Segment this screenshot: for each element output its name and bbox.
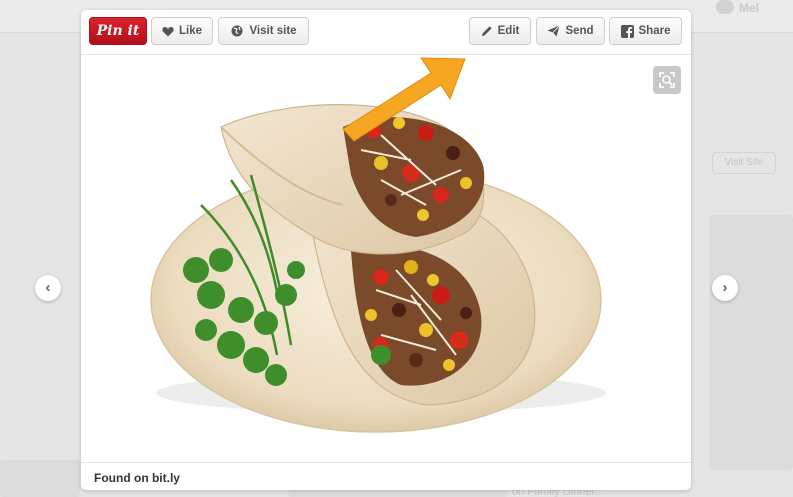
like-button[interactable]: Like [151,17,213,45]
facebook-icon [620,24,634,38]
pin-it-label: Pin it [96,23,140,39]
send-label: Send [565,25,594,37]
globe-icon [231,25,243,37]
pin-footer: Found on bit.ly [81,462,691,490]
zoom-button[interactable] [653,66,681,94]
like-label: Like [178,25,202,37]
burrito-wraps-photo-icon [150,57,606,433]
background-pin-card [709,215,793,470]
background-pin-card [0,460,80,497]
visit-site-label: Visit site [249,25,297,37]
edit-label: Edit [497,25,520,37]
pin-toolbar: Pin it Like Visit site Edit Send Share [81,10,691,55]
share-label: Share [638,25,671,37]
background-pin-card [288,490,508,497]
send-button[interactable]: Send [536,17,605,45]
next-pin-button[interactable]: › [712,275,738,301]
found-on-link[interactable]: Found on bit.ly [94,471,180,485]
paper-plane-icon [547,25,561,37]
background-visit-site-button: Visit Site [712,152,776,174]
heart-icon [162,26,174,36]
background-avatar [716,0,734,14]
share-button[interactable]: Share [609,17,682,45]
pencil-icon [481,26,492,36]
edit-button[interactable]: Edit [469,17,531,45]
magnify-icon [659,72,675,88]
pin-image[interactable] [81,55,691,460]
pin-it-button[interactable]: Pin it [89,17,147,45]
visit-site-button[interactable]: Visit site [218,17,309,45]
pin-modal: Pin it Like Visit site Edit Send Share F… [81,10,691,490]
previous-pin-button[interactable]: ‹ [35,275,61,301]
background-user-name: Mel [739,1,760,15]
